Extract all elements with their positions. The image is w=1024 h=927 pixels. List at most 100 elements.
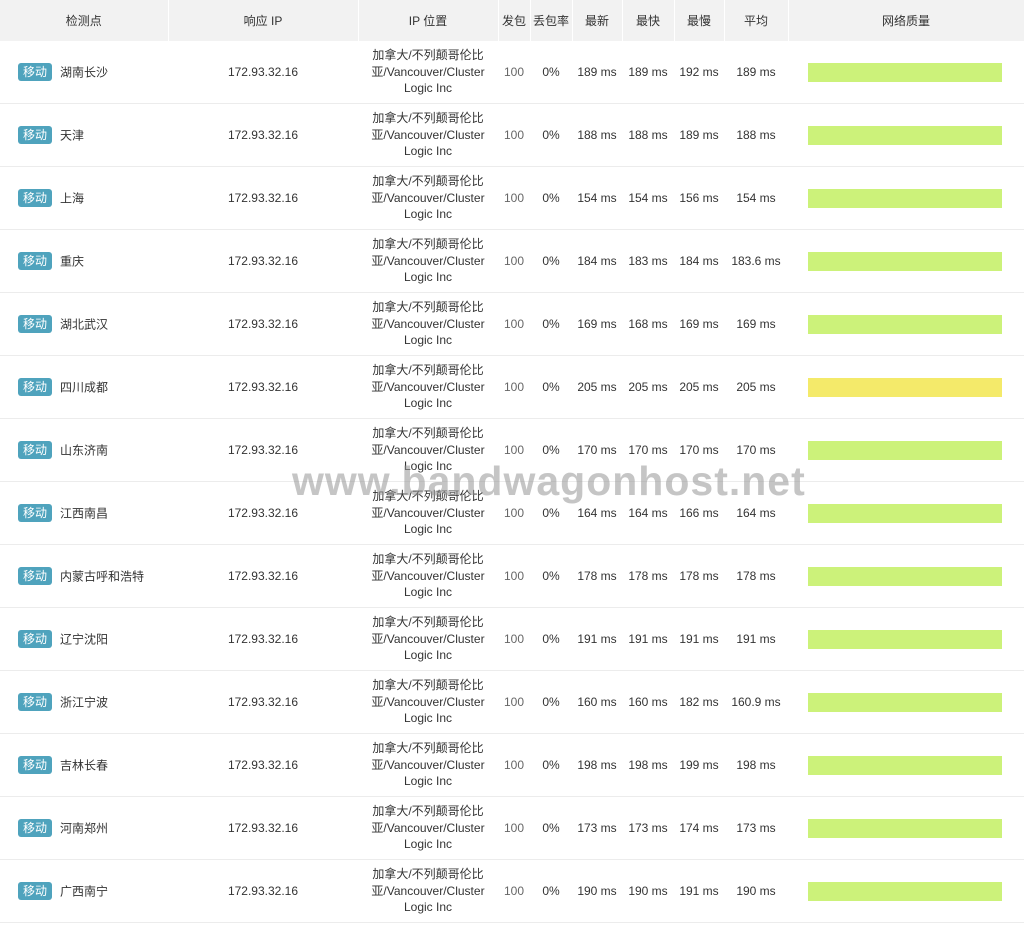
average-latency: 188 ms (724, 103, 788, 167)
ip-location-line: 亚/Vancouver/Cluster (371, 190, 485, 205)
ip-location-line: 加拿大/不列颠哥伦比 (372, 741, 484, 756)
node-cell: 移动 吉林长春 (0, 733, 168, 797)
ip-location: 加拿大/不列颠哥伦比 亚/Vancouver/Cluster Logic Inc (358, 796, 498, 860)
average-latency: 154 ms (724, 166, 788, 230)
response-ip: 172.93.32.16 (168, 607, 358, 671)
latest-latency: 170 ms (572, 418, 622, 482)
table-row: 移动 上海 172.93.32.16 加拿大/不列颠哥伦比 亚/Vancouver/Cl… (0, 166, 1024, 230)
quality-bar (808, 62, 1002, 82)
packets-sent: 100 (498, 733, 530, 797)
packet-loss: 0% (530, 733, 572, 797)
isp-badge: 移动 (18, 630, 53, 648)
packets-sent: 100 (498, 166, 530, 230)
ip-location: 加拿大/不列颠哥伦比 亚/Vancouver/Cluster Logic Inc (358, 607, 498, 671)
fastest-latency: 198 ms (622, 733, 674, 797)
table-row: 移动 湖南长沙 172.93.32.16 加拿大/不列颠哥伦比 亚/Vancouver/… (0, 41, 1024, 104)
ip-location: 加拿大/不列颠哥伦比 亚/Vancouver/Cluster Logic Inc (358, 859, 498, 923)
table-row: 移动 内蒙古呼和浩特 172.93.32.16 加拿大/不列颠哥伦比 亚/Vancouv… (0, 544, 1024, 608)
ip-location-line: 亚/Vancouver/Cluster (371, 505, 485, 520)
isp-badge: 移动 (18, 504, 53, 522)
packets-sent: 100 (498, 607, 530, 671)
node-cell: 移动 重庆 (0, 229, 168, 293)
packets-sent: 100 (498, 859, 530, 923)
quality-cell (788, 544, 1024, 608)
packets-sent: 100 (498, 292, 530, 356)
packet-loss: 0% (530, 41, 572, 104)
fastest-latency: 188 ms (622, 103, 674, 167)
latest-latency: 173 ms (572, 796, 622, 860)
latest-latency: 189 ms (572, 41, 622, 104)
packet-loss: 0% (530, 103, 572, 167)
table-header-row: 检测点 响应 IP IP 位置 发包 丢包率 最新 最快 最慢 平均 网络质量 (0, 0, 1024, 41)
packets-sent: 100 (498, 544, 530, 608)
latest-latency: 160 ms (572, 670, 622, 734)
table-row: 移动 吉林长春 172.93.32.16 加拿大/不列颠哥伦比 亚/Vancouver/… (0, 733, 1024, 797)
ip-location-line: 加拿大/不列颠哥伦比 (372, 804, 484, 819)
slowest-latency: 174 ms (674, 796, 724, 860)
node-cell: 移动 四川成都 (0, 355, 168, 419)
ip-location-line: 加拿大/不列颠哥伦比 (372, 615, 484, 630)
isp-badge: 移动 (18, 189, 53, 207)
slowest-latency: 178 ms (674, 544, 724, 608)
fastest-latency: 164 ms (622, 481, 674, 545)
node-name: 山东济南 (60, 443, 109, 458)
slowest-latency: 189 ms (674, 103, 724, 167)
average-latency: 160.9 ms (724, 670, 788, 734)
ip-location-line: 加拿大/不列颠哥伦比 (372, 867, 484, 882)
quality-cell (788, 41, 1024, 104)
response-ip: 172.93.32.16 (168, 292, 358, 356)
slowest-latency: 191 ms (674, 859, 724, 923)
ip-location-line: Logic Inc (403, 459, 453, 474)
ip-location-line: Logic Inc (403, 522, 453, 537)
node-cell: 移动 浙江宁波 (0, 670, 168, 734)
fastest-latency: 160 ms (622, 670, 674, 734)
slowest-latency: 205 ms (674, 355, 724, 419)
response-ip: 172.93.32.16 (168, 166, 358, 230)
node-name: 内蒙古呼和浩特 (60, 569, 145, 584)
ip-location-line: 亚/Vancouver/Cluster (371, 379, 485, 394)
ip-location-line: 亚/Vancouver/Cluster (371, 820, 485, 835)
fastest-latency: 154 ms (622, 166, 674, 230)
quality-bar (808, 818, 1002, 838)
ip-location: 加拿大/不列颠哥伦比 亚/Vancouver/Cluster Logic Inc (358, 355, 498, 419)
ip-location-line: Logic Inc (403, 900, 453, 915)
node-cell: 移动 山东济南 (0, 418, 168, 482)
ip-location-line: 亚/Vancouver/Cluster (371, 127, 485, 142)
ip-location: 加拿大/不列颠哥伦比 亚/Vancouver/Cluster Logic Inc (358, 292, 498, 356)
response-ip: 172.93.32.16 (168, 670, 358, 734)
latest-latency: 198 ms (572, 733, 622, 797)
ip-location-line: Logic Inc (403, 648, 453, 663)
ip-location: 加拿大/不列颠哥伦比 亚/Vancouver/Cluster Logic Inc (358, 41, 498, 104)
ip-location-line: Logic Inc (403, 837, 453, 852)
packet-loss: 0% (530, 355, 572, 419)
ip-location-line: 亚/Vancouver/Cluster (371, 883, 485, 898)
slowest-latency: 156 ms (674, 166, 724, 230)
isp-badge: 移动 (18, 315, 53, 333)
node-name: 辽宁沈阳 (60, 632, 109, 647)
fastest-latency: 170 ms (622, 418, 674, 482)
ip-location-line: 加拿大/不列颠哥伦比 (372, 300, 484, 315)
isp-badge: 移动 (18, 252, 53, 270)
slowest-latency: 169 ms (674, 292, 724, 356)
node-cell: 移动 广西南宁 (0, 859, 168, 923)
slowest-latency: 192 ms (674, 41, 724, 104)
ip-location-line: 亚/Vancouver/Cluster (371, 631, 485, 646)
isp-badge: 移动 (18, 63, 53, 81)
latest-latency: 164 ms (572, 481, 622, 545)
average-latency: 190 ms (724, 859, 788, 923)
header-slowest: 最慢 (674, 0, 725, 41)
packets-sent: 100 (498, 481, 530, 545)
ip-location-line: Logic Inc (403, 774, 453, 789)
response-ip: 172.93.32.16 (168, 481, 358, 545)
average-latency: 178 ms (724, 544, 788, 608)
average-latency: 164 ms (724, 481, 788, 545)
ip-location-line: 加拿大/不列颠哥伦比 (372, 552, 484, 567)
quality-bar (808, 125, 1002, 145)
ip-location-line: 亚/Vancouver/Cluster (371, 253, 485, 268)
latest-latency: 154 ms (572, 166, 622, 230)
ip-location-line: Logic Inc (403, 207, 453, 222)
latest-latency: 169 ms (572, 292, 622, 356)
ip-location-line: 亚/Vancouver/Cluster (371, 757, 485, 772)
node-cell: 移动 辽宁沈阳 (0, 607, 168, 671)
ip-location-line: 加拿大/不列颠哥伦比 (372, 678, 484, 693)
